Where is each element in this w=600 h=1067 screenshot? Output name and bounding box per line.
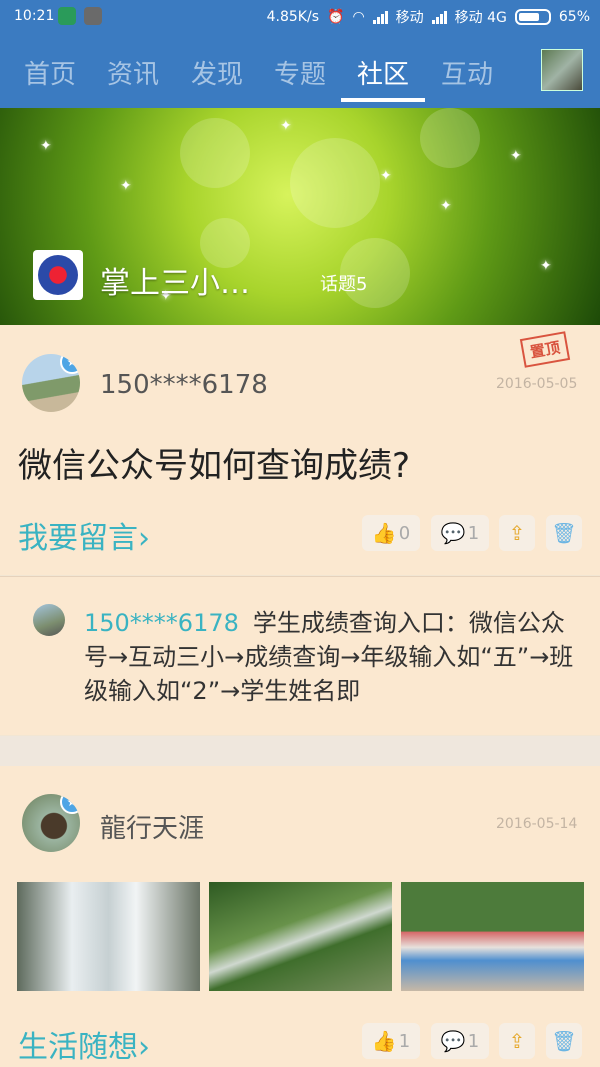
sparkle-decoration: ✦ xyxy=(540,258,552,274)
network-speed: 4.85K/s xyxy=(266,9,319,25)
post-image-waterfall[interactable] xyxy=(17,882,200,991)
like-button[interactable]: 👍 0 xyxy=(362,515,420,551)
comment-count: 1 xyxy=(467,522,480,544)
category-label: 我要留言 xyxy=(18,521,138,556)
tab-community[interactable]: 社区 xyxy=(348,54,418,91)
topic-count: 话题5 xyxy=(320,274,368,295)
carrier-2: 移动 4G xyxy=(454,10,507,26)
trash-icon: 🗑 xyxy=(551,1029,577,1053)
post-category-link[interactable]: 我要留言› xyxy=(18,513,150,557)
bokeh-decoration xyxy=(290,138,380,228)
like-button[interactable]: 👍 1 xyxy=(362,1023,420,1059)
post-date: 2016-05-14 xyxy=(496,816,578,832)
comment-button[interactable]: 💬 1 xyxy=(431,1023,489,1059)
sparkle-decoration: ✦ xyxy=(280,118,292,134)
delete-button[interactable]: 🗑 xyxy=(546,1023,582,1059)
comment-button[interactable]: 💬 1 xyxy=(431,515,489,551)
clock: 10:21 xyxy=(14,8,55,24)
reply-avatar[interactable] xyxy=(33,604,65,636)
post-category-link[interactable]: 生活随想› xyxy=(18,1022,150,1066)
star-badge-icon: ★ xyxy=(60,794,80,814)
battery-level: 65% xyxy=(558,9,590,25)
sparkle-decoration: ✦ xyxy=(510,148,522,164)
category-label: 生活随想 xyxy=(18,1030,138,1065)
section-gap xyxy=(0,736,600,766)
share-icon: ⇪ xyxy=(508,521,526,545)
school-name: 掌上三小… xyxy=(100,266,250,301)
tab-topics[interactable]: 专题 xyxy=(265,54,335,91)
share-button[interactable]: ⇪ xyxy=(499,1023,535,1059)
sparkle-decoration: ✦ xyxy=(120,178,132,194)
like-count: 1 xyxy=(398,1030,411,1052)
sparkle-decoration: ✦ xyxy=(40,138,52,154)
comment-icon: 💬 xyxy=(440,1029,466,1053)
avatar[interactable]: ★ xyxy=(22,354,80,412)
alarm-icon: ⏰ xyxy=(327,9,345,25)
share-button[interactable]: ⇪ xyxy=(499,515,535,551)
chevron-right-icon: › xyxy=(138,1030,150,1065)
school-logo xyxy=(33,250,83,300)
star-badge-icon: ★ xyxy=(60,354,80,374)
like-count: 0 xyxy=(398,522,411,544)
avatar[interactable]: ★ xyxy=(22,794,80,852)
bokeh-decoration xyxy=(180,118,250,188)
community-banner: ✦ ✦ ✦ ✦ ✦ ✦ ✦ ✦ 掌上三小… 话题5 xyxy=(0,108,600,325)
sparkle-decoration: ✦ xyxy=(380,168,392,184)
trash-icon: 🗑 xyxy=(551,521,577,545)
post-image-forest-waterfall[interactable] xyxy=(209,882,392,991)
user-avatar[interactable] xyxy=(541,49,583,91)
signal-icon-1 xyxy=(372,10,388,24)
shield-notification-icon xyxy=(58,7,76,25)
signal-icon-2 xyxy=(431,10,447,24)
reply-username[interactable]: 150****6178 xyxy=(84,609,239,637)
status-right: 4.85K/s ⏰ ◠ 移动 移动 4G 65% xyxy=(267,7,590,27)
sparkle-decoration: ✦ xyxy=(440,198,452,214)
delete-button[interactable]: 🗑 xyxy=(546,515,582,551)
post-username[interactable]: 150****6178 xyxy=(100,370,268,400)
tab-home[interactable]: 首页 xyxy=(15,54,85,91)
reply[interactable]: 150****6178 学生成绩查询入口：微信公众号→互动三小→成绩查询→年级输入… xyxy=(84,606,574,708)
thumbs-up-icon: 👍 xyxy=(371,1029,397,1053)
top-nav: 首页 资讯 发现 专题 社区 互动 xyxy=(0,34,600,108)
post-image-group-photo[interactable] xyxy=(401,882,584,991)
carrier-1: 移动 xyxy=(395,10,424,26)
tab-interaction[interactable]: 互动 xyxy=(432,54,502,91)
thumbs-up-icon: 👍 xyxy=(371,521,397,545)
wifi-icon: ◠ xyxy=(352,9,365,25)
battery-icon xyxy=(514,9,551,25)
tab-news[interactable]: 资讯 xyxy=(98,54,168,91)
status-bar: 10:21 4.85K/s ⏰ ◠ 移动 移动 4G 65% xyxy=(0,0,600,34)
comment-count: 1 xyxy=(467,1030,480,1052)
comment-icon: 💬 xyxy=(440,521,466,545)
bokeh-decoration xyxy=(420,108,480,168)
chevron-right-icon: › xyxy=(138,521,150,556)
app-notification-icon xyxy=(84,7,102,25)
share-icon: ⇪ xyxy=(508,1029,526,1053)
post-date: 2016-05-05 xyxy=(496,376,578,392)
post-title[interactable]: 微信公众号如何查询成绩? xyxy=(18,438,410,487)
active-tab-indicator xyxy=(341,98,425,102)
post-username[interactable]: 龍行天涯 xyxy=(100,808,204,845)
tab-discover[interactable]: 发现 xyxy=(182,54,252,91)
